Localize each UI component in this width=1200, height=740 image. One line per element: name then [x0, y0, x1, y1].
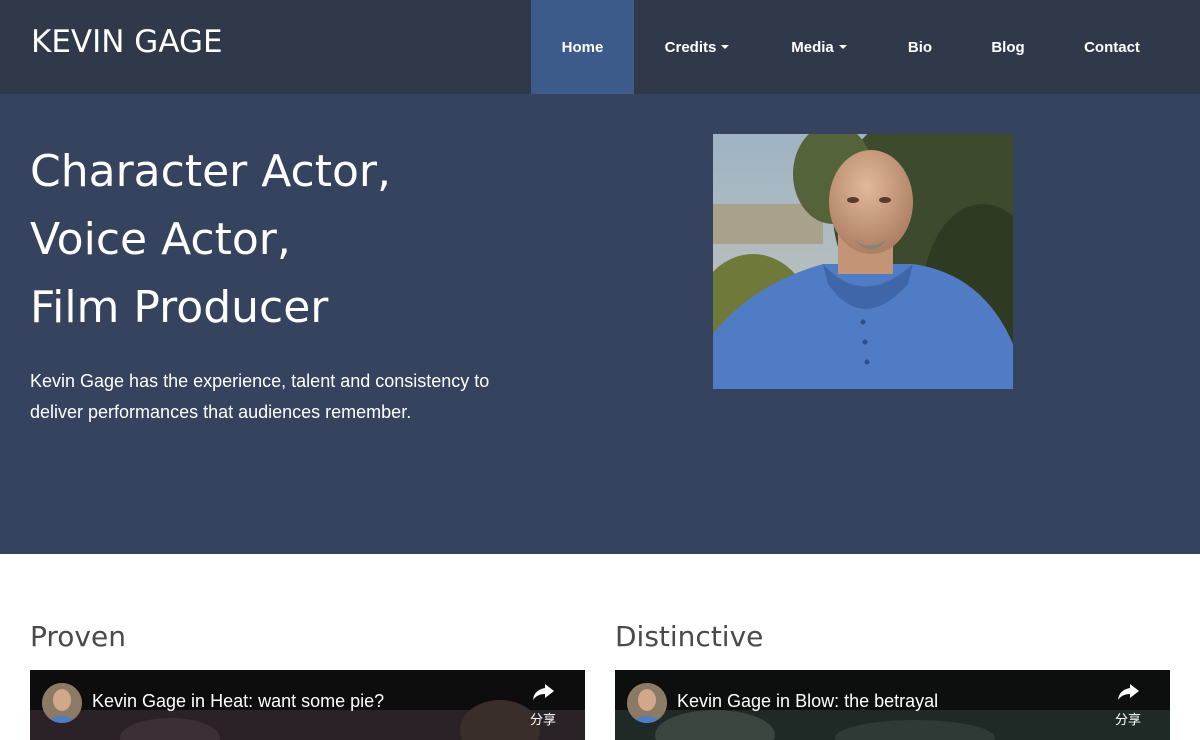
- hero-headline: Character Actor, Voice Actor, Film Produ…: [30, 138, 391, 342]
- share-button[interactable]: 分享: [1106, 682, 1150, 728]
- nav-item-media[interactable]: Media: [760, 0, 878, 94]
- share-arrow-icon: [1118, 684, 1139, 700]
- hero-section: Character Actor, Voice Actor, Film Produ…: [0, 94, 1200, 554]
- main-nav: Home Credits Media Bio Blog Contact: [531, 0, 1170, 94]
- portrait-image: [713, 134, 1013, 389]
- nav-item-label: Contact: [1084, 38, 1140, 56]
- headline-line: Film Producer: [30, 282, 329, 333]
- share-label: 分享: [529, 712, 556, 727]
- video-embed-heat[interactable]: Kevin Gage in Heat: want some pie? 分享: [30, 670, 585, 740]
- nav-item-label: Media: [791, 38, 834, 56]
- top-navbar: KEVIN GAGE Home Credits Media Bio Blog C…: [0, 0, 1200, 94]
- nav-item-bio[interactable]: Bio: [878, 0, 962, 94]
- nav-item-home[interactable]: Home: [531, 0, 634, 94]
- share-arrow-icon: [533, 684, 554, 700]
- headline-line: Voice Actor,: [30, 214, 291, 265]
- portrait-photo: [713, 134, 1013, 389]
- nav-item-contact[interactable]: Contact: [1054, 0, 1170, 94]
- video-title[interactable]: Kevin Gage in Blow: the betrayal: [677, 691, 938, 712]
- nav-item-label: Home: [561, 38, 604, 56]
- channel-avatar[interactable]: [42, 683, 82, 723]
- channel-avatar[interactable]: [627, 683, 667, 723]
- video-title[interactable]: Kevin Gage in Heat: want some pie?: [92, 691, 384, 712]
- hero-tagline: Kevin Gage has the experience, talent an…: [30, 371, 490, 422]
- caret-down-icon: [721, 45, 730, 49]
- section-title-distinctive: Distinctive: [615, 620, 764, 653]
- nav-item-label: Bio: [907, 38, 933, 56]
- nav-item-label: Blog: [991, 38, 1025, 56]
- video-embed-blow[interactable]: Kevin Gage in Blow: the betrayal 分享: [615, 670, 1170, 740]
- caret-down-icon: [838, 45, 847, 49]
- share-button[interactable]: 分享: [521, 682, 565, 728]
- site-brand-link[interactable]: KEVIN GAGE: [31, 24, 223, 60]
- share-label: 分享: [1114, 712, 1141, 727]
- section-title-proven: Proven: [30, 620, 126, 653]
- nav-item-blog[interactable]: Blog: [962, 0, 1054, 94]
- headline-line: Character Actor,: [30, 146, 391, 197]
- nav-item-label: Credits: [664, 38, 717, 56]
- nav-item-credits[interactable]: Credits: [634, 0, 760, 94]
